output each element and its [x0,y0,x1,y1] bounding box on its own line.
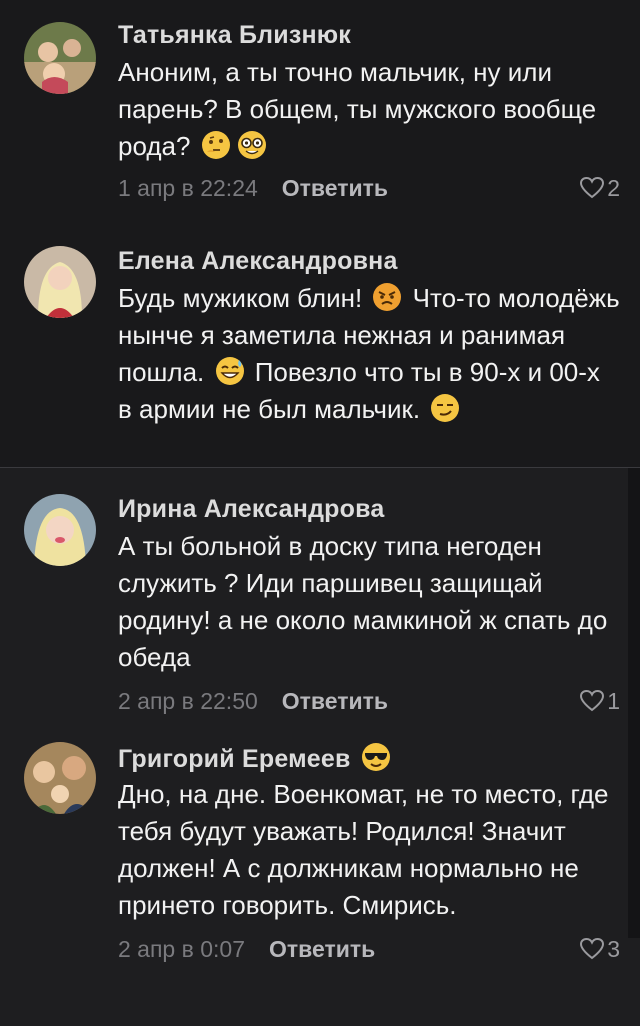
comment-author[interactable]: Елена Александровна [118,246,620,276]
comment-author[interactable]: Татьянка Близнюк [118,20,620,50]
scroll-edge [628,468,640,938]
comment-text: Дно, на дне. Военкомат, не то место, где… [118,779,609,920]
avatar-photo-icon [24,742,96,814]
reply-button[interactable]: Ответить [269,936,375,962]
comment-text-segment: Аноним, а ты точно мальчик, ну или парен… [118,57,597,161]
avatar[interactable] [24,494,96,566]
like-count: 3 [607,936,620,962]
comment-author[interactable]: Григорий Еремеев [118,742,620,773]
heart-icon [580,176,605,199]
like-button[interactable]: 3 [579,932,620,966]
comment-meta: 2 апр в 0:07 Ответить 3 [118,932,620,966]
comment-text: Аноним, а ты точно мальчик, ну или парен… [118,54,620,165]
avatar[interactable] [24,742,96,814]
like-button[interactable]: 1 [579,684,620,718]
like-count: 1 [607,688,620,714]
heart-icon [580,689,605,712]
avatar-photo-icon [24,246,96,318]
comment-author[interactable]: Ирина Александрова [118,494,620,524]
comment-text-segment: Будь мужиком блин! [118,283,363,313]
avatar-photo-icon [24,494,96,566]
like-button[interactable]: 2 [579,171,620,205]
smirk-emoji-icon [430,393,460,423]
nerd-emoji-icon [237,130,267,160]
comment-meta: 1 апр в 22:24 Ответить 2 [118,171,620,205]
avatar[interactable] [24,22,96,94]
sweat-smile-emoji-icon [215,356,245,386]
like-count: 2 [607,175,620,201]
comment-text: Будь мужиком блин! Что-то молодёжь нынче… [118,280,620,428]
angry-emoji-icon [372,282,402,312]
comment-meta: 2 апр в 22:50 Ответить 1 [118,684,620,718]
reply-button[interactable]: Ответить [282,688,388,714]
panel-divider [0,467,640,468]
sunglasses-emoji-icon [361,742,391,772]
comment-text: А ты больной в доску типа негоден служит… [118,531,608,672]
comment-date: 2 апр в 22:50 [118,688,258,714]
comment-date: 1 апр в 22:24 [118,175,258,201]
reply-button[interactable]: Ответить [282,175,388,201]
comment-date: 2 апр в 0:07 [118,936,245,962]
avatar-photo-icon [24,22,96,94]
heart-icon [580,937,605,960]
comment-author-name: Григорий Еремеев [118,745,351,773]
avatar[interactable] [24,246,96,318]
thinking-emoji-icon [201,130,231,160]
